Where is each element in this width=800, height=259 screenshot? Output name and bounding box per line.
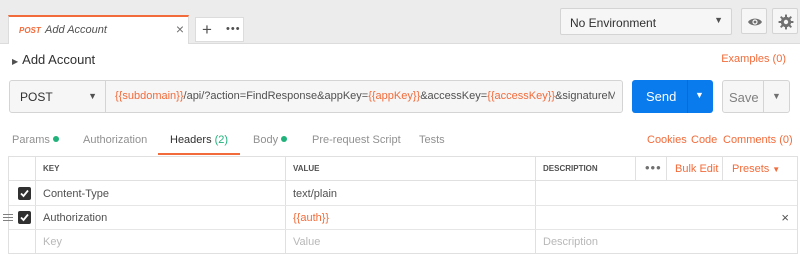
url-variable: {{appKey}} — [368, 90, 421, 102]
table-row-new: Key Value Description — [9, 230, 797, 254]
tab-label: Headers — [170, 134, 212, 146]
caret-right-icon[interactable]: ▶ — [12, 57, 18, 66]
new-value-input[interactable]: Value — [293, 236, 320, 248]
active-tab-indicator — [158, 153, 240, 155]
cookies-link[interactable]: Cookies — [647, 134, 687, 146]
tab-params[interactable]: Params — [12, 134, 59, 146]
table-row: Content-Type text/plain — [9, 182, 797, 206]
manage-environments-button[interactable] — [772, 8, 798, 34]
send-button[interactable]: Send ▼ — [632, 80, 713, 113]
new-key-input[interactable]: Key — [43, 236, 62, 248]
header-key[interactable]: Content-Type — [43, 188, 109, 200]
code-link[interactable]: Code — [691, 134, 717, 146]
eye-icon — [748, 18, 762, 26]
check-icon — [20, 189, 29, 198]
examples-dropdown[interactable]: Examples (0) — [721, 53, 786, 65]
tab-title: Add Account — [45, 24, 107, 36]
row-checkbox[interactable] — [18, 211, 31, 224]
url-variable: {{subdomain}} — [115, 90, 184, 102]
tab-method: POST — [19, 26, 41, 35]
tab-tests[interactable]: Tests — [419, 134, 445, 146]
chevron-down-icon[interactable]: ▼ — [695, 90, 704, 100]
url-text: /api/?action=FindResponse&appKey= — [183, 90, 369, 102]
presets-label: Presets — [732, 163, 770, 175]
indicator-dot-icon — [281, 136, 288, 142]
request-name-label: Add Account — [22, 52, 96, 67]
request-name[interactable]: ▶ Add Account — [12, 52, 95, 67]
environment-select[interactable]: No Environment ▼ — [560, 8, 732, 35]
column-description: DESCRIPTION — [543, 164, 598, 173]
tab-label: Body — [253, 134, 279, 146]
row-checkbox[interactable] — [18, 187, 31, 200]
send-label: Send — [646, 89, 677, 104]
header-value[interactable]: {{auth}} — [293, 212, 329, 224]
headers-count: (2) — [214, 134, 229, 146]
drag-handle-icon[interactable] — [3, 214, 13, 221]
tab-headers[interactable]: Headers (2) — [170, 134, 228, 146]
close-icon[interactable]: × — [176, 21, 184, 37]
tab-pre-request-script[interactable]: Pre-request Script — [312, 134, 401, 146]
send-divider — [687, 80, 688, 113]
header-divider — [722, 157, 723, 181]
tab-body[interactable]: Body — [253, 134, 288, 146]
header-value[interactable]: text/plain — [293, 188, 337, 200]
comments-link[interactable]: Comments (0) — [723, 134, 793, 146]
url-text: &accessKey= — [420, 90, 488, 102]
add-tab-icon[interactable]: + — [202, 20, 212, 39]
indicator-dot-icon — [52, 136, 59, 142]
bulk-edit-link[interactable]: Bulk Edit — [675, 163, 718, 175]
save-button[interactable]: Save ▼ — [722, 80, 790, 113]
header-divider — [666, 157, 667, 181]
environment-label: No Environment — [570, 16, 657, 30]
request-subtabs: Params Authorization Headers (2) Body Pr… — [0, 128, 800, 156]
environment-quick-look-button[interactable] — [741, 8, 767, 34]
more-options-icon[interactable]: ••• — [645, 160, 662, 175]
tab-authorization[interactable]: Authorization — [83, 134, 147, 146]
chevron-down-icon: ▼ — [772, 165, 781, 174]
url-text: &signatureMetho... — [555, 90, 615, 102]
tab-actions: + ••• — [195, 17, 244, 42]
chevron-down-icon: ▼ — [88, 91, 97, 101]
more-tabs-icon[interactable]: ••• — [226, 22, 241, 36]
delete-row-icon[interactable]: × — [781, 210, 789, 225]
table-row: Authorization {{auth}} × — [3, 206, 797, 230]
url-bar: POST ▼ {{subdomain}}/api/?action=FindRes… — [9, 80, 623, 113]
tab-label: Params — [12, 134, 50, 146]
presets-dropdown[interactable]: Presets ▼ — [732, 163, 780, 175]
chevron-down-icon: ▼ — [714, 15, 723, 25]
save-divider — [763, 81, 764, 112]
headers-table: KEY VALUE DESCRIPTION ••• Bulk Edit Pres… — [3, 156, 798, 254]
method-value: POST — [20, 90, 53, 104]
header-divider — [635, 157, 636, 181]
header-key[interactable]: Authorization — [43, 212, 107, 224]
url-variable: {{accessKey}} — [487, 90, 556, 102]
check-icon — [20, 213, 29, 222]
url-input[interactable]: {{subdomain}}/api/?action=FindResponse&a… — [115, 90, 615, 102]
column-value: VALUE — [293, 164, 320, 173]
chevron-down-icon[interactable]: ▼ — [772, 91, 781, 101]
gear-icon — [778, 14, 794, 30]
new-description-input[interactable]: Description — [543, 236, 598, 248]
request-tab[interactable]: POST Add Account × — [8, 15, 189, 44]
save-label: Save — [729, 90, 759, 105]
column-key: KEY — [43, 164, 60, 173]
table-header: KEY VALUE DESCRIPTION ••• Bulk Edit Pres… — [9, 157, 797, 181]
tab-bar: POST Add Account × + ••• No Environment … — [0, 0, 800, 44]
method-select[interactable]: POST ▼ — [10, 81, 106, 112]
